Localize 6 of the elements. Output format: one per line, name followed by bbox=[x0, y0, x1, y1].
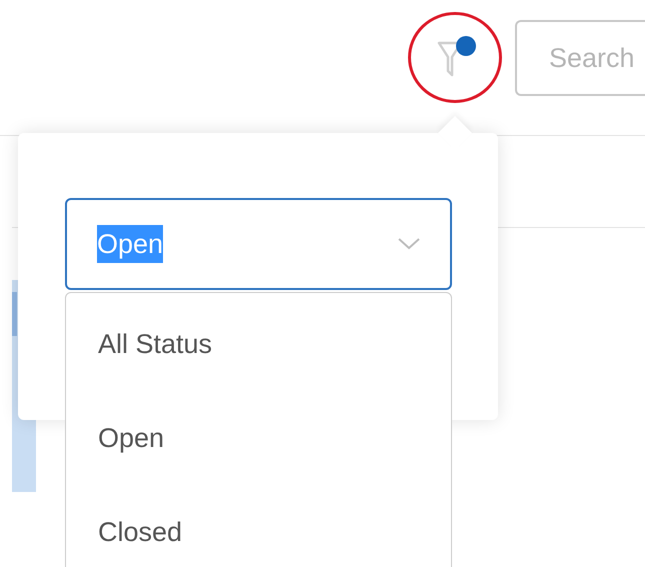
chevron-down-icon bbox=[398, 238, 420, 250]
status-option[interactable]: Closed bbox=[66, 485, 451, 567]
status-option[interactable]: Open bbox=[66, 391, 451, 485]
search-field[interactable]: Search bbox=[515, 20, 645, 96]
status-option[interactable]: All Status bbox=[66, 297, 451, 391]
select-value: Open bbox=[97, 225, 164, 263]
